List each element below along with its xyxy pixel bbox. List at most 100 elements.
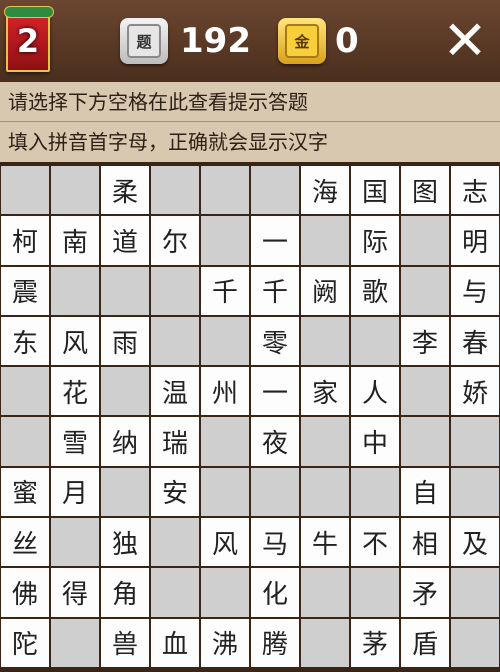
filled-cell: 茅 (351, 618, 399, 667)
filled-cell: 阙 (301, 266, 349, 315)
empty-cell[interactable] (301, 316, 349, 366)
empty-cell[interactable] (251, 467, 299, 517)
empty-cell[interactable] (401, 417, 449, 466)
level-number: 2 (16, 22, 40, 60)
filled-cell: 沸 (201, 618, 249, 667)
filled-cell: 得 (51, 568, 99, 617)
filled-cell: 角 (101, 568, 149, 617)
empty-cell[interactable] (351, 316, 399, 366)
empty-cell[interactable] (151, 266, 199, 315)
empty-cell[interactable] (101, 367, 149, 416)
filled-cell: 马 (251, 518, 299, 567)
filled-cell: 际 (351, 216, 399, 265)
empty-cell[interactable] (201, 568, 249, 617)
empty-cell[interactable] (201, 166, 249, 215)
filled-cell: 州 (201, 367, 249, 416)
filled-cell: 千 (251, 266, 299, 315)
empty-cell[interactable] (451, 417, 499, 466)
filled-cell: 尔 (151, 216, 199, 265)
filled-cell: 月 (51, 467, 99, 517)
filled-cell: 独 (101, 518, 149, 567)
filled-cell: 丝 (1, 518, 49, 567)
instruction-line-2: 填入拼音首字母，正确就会显示汉字 (0, 122, 500, 162)
empty-cell[interactable] (201, 467, 249, 517)
empty-cell[interactable] (401, 367, 449, 416)
filled-cell: 血 (151, 618, 199, 667)
empty-cell[interactable] (451, 568, 499, 617)
empty-cell[interactable] (51, 518, 99, 567)
filled-cell: 春 (451, 316, 499, 366)
top-bar: 2 题 192 金 0 ✕ (0, 0, 500, 82)
filled-cell: 图 (401, 166, 449, 215)
filled-cell: 东 (1, 316, 49, 366)
empty-cell[interactable] (101, 266, 149, 315)
coin-count: 0 (335, 21, 359, 61)
coin-icon[interactable]: 金 (278, 18, 326, 64)
hint-icon[interactable]: 题 (120, 18, 168, 64)
empty-cell[interactable] (51, 266, 99, 315)
filled-cell: 雨 (101, 316, 149, 366)
empty-cell[interactable] (451, 618, 499, 667)
filled-cell: 震 (1, 266, 49, 315)
filled-cell: 李 (401, 316, 449, 366)
filled-cell: 兽 (101, 618, 149, 667)
banner-icon (4, 6, 54, 18)
hint-icon-glyph: 题 (127, 24, 161, 58)
filled-cell: 雪 (51, 417, 99, 466)
empty-cell[interactable] (1, 166, 49, 215)
filled-cell: 志 (451, 166, 499, 215)
hint-count: 192 (180, 21, 251, 61)
empty-cell[interactable] (301, 216, 349, 265)
filled-cell: 温 (151, 367, 199, 416)
empty-cell[interactable] (251, 166, 299, 215)
filled-cell: 及 (451, 518, 499, 567)
filled-cell: 歌 (351, 266, 399, 315)
close-button[interactable]: ✕ (438, 14, 492, 68)
empty-cell[interactable] (301, 568, 349, 617)
filled-cell: 家 (301, 367, 349, 416)
instruction-line-1: 请选择下方空格在此查看提示答题 (0, 82, 500, 122)
empty-cell[interactable] (401, 266, 449, 315)
filled-cell: 千 (201, 266, 249, 315)
filled-cell: 盾 (401, 618, 449, 667)
empty-cell[interactable] (301, 467, 349, 517)
filled-cell: 海 (301, 166, 349, 215)
filled-cell: 纳 (101, 417, 149, 466)
empty-cell[interactable] (1, 417, 49, 466)
filled-cell: 牛 (301, 518, 349, 567)
filled-cell: 风 (201, 518, 249, 567)
filled-cell: 柯 (1, 216, 49, 265)
empty-cell[interactable] (151, 316, 199, 366)
empty-cell[interactable] (51, 618, 99, 667)
empty-cell[interactable] (1, 367, 49, 416)
filled-cell: 安 (151, 467, 199, 517)
filled-cell: 不 (351, 518, 399, 567)
empty-cell[interactable] (201, 417, 249, 466)
empty-cell[interactable] (451, 467, 499, 517)
empty-cell[interactable] (351, 568, 399, 617)
empty-cell[interactable] (301, 618, 349, 667)
empty-cell[interactable] (201, 216, 249, 265)
filled-cell: 夜 (251, 417, 299, 466)
empty-cell[interactable] (301, 417, 349, 466)
coin-icon-glyph: 金 (285, 24, 319, 58)
empty-cell[interactable] (351, 467, 399, 517)
filled-cell: 腾 (251, 618, 299, 667)
empty-cell[interactable] (151, 568, 199, 617)
filled-cell: 瑞 (151, 417, 199, 466)
empty-cell[interactable] (201, 316, 249, 366)
filled-cell: 相 (401, 518, 449, 567)
filled-cell: 与 (451, 266, 499, 315)
filled-cell: 一 (251, 367, 299, 416)
empty-cell[interactable] (101, 467, 149, 517)
empty-cell[interactable] (151, 166, 199, 215)
level-badge: 2 (4, 6, 54, 72)
filled-cell: 风 (51, 316, 99, 366)
empty-cell[interactable] (151, 518, 199, 567)
filled-cell: 自 (401, 467, 449, 517)
empty-cell[interactable] (401, 216, 449, 265)
empty-cell[interactable] (51, 166, 99, 215)
filled-cell: 道 (101, 216, 149, 265)
filled-cell: 中 (351, 417, 399, 466)
filled-cell: 娇 (451, 367, 499, 416)
